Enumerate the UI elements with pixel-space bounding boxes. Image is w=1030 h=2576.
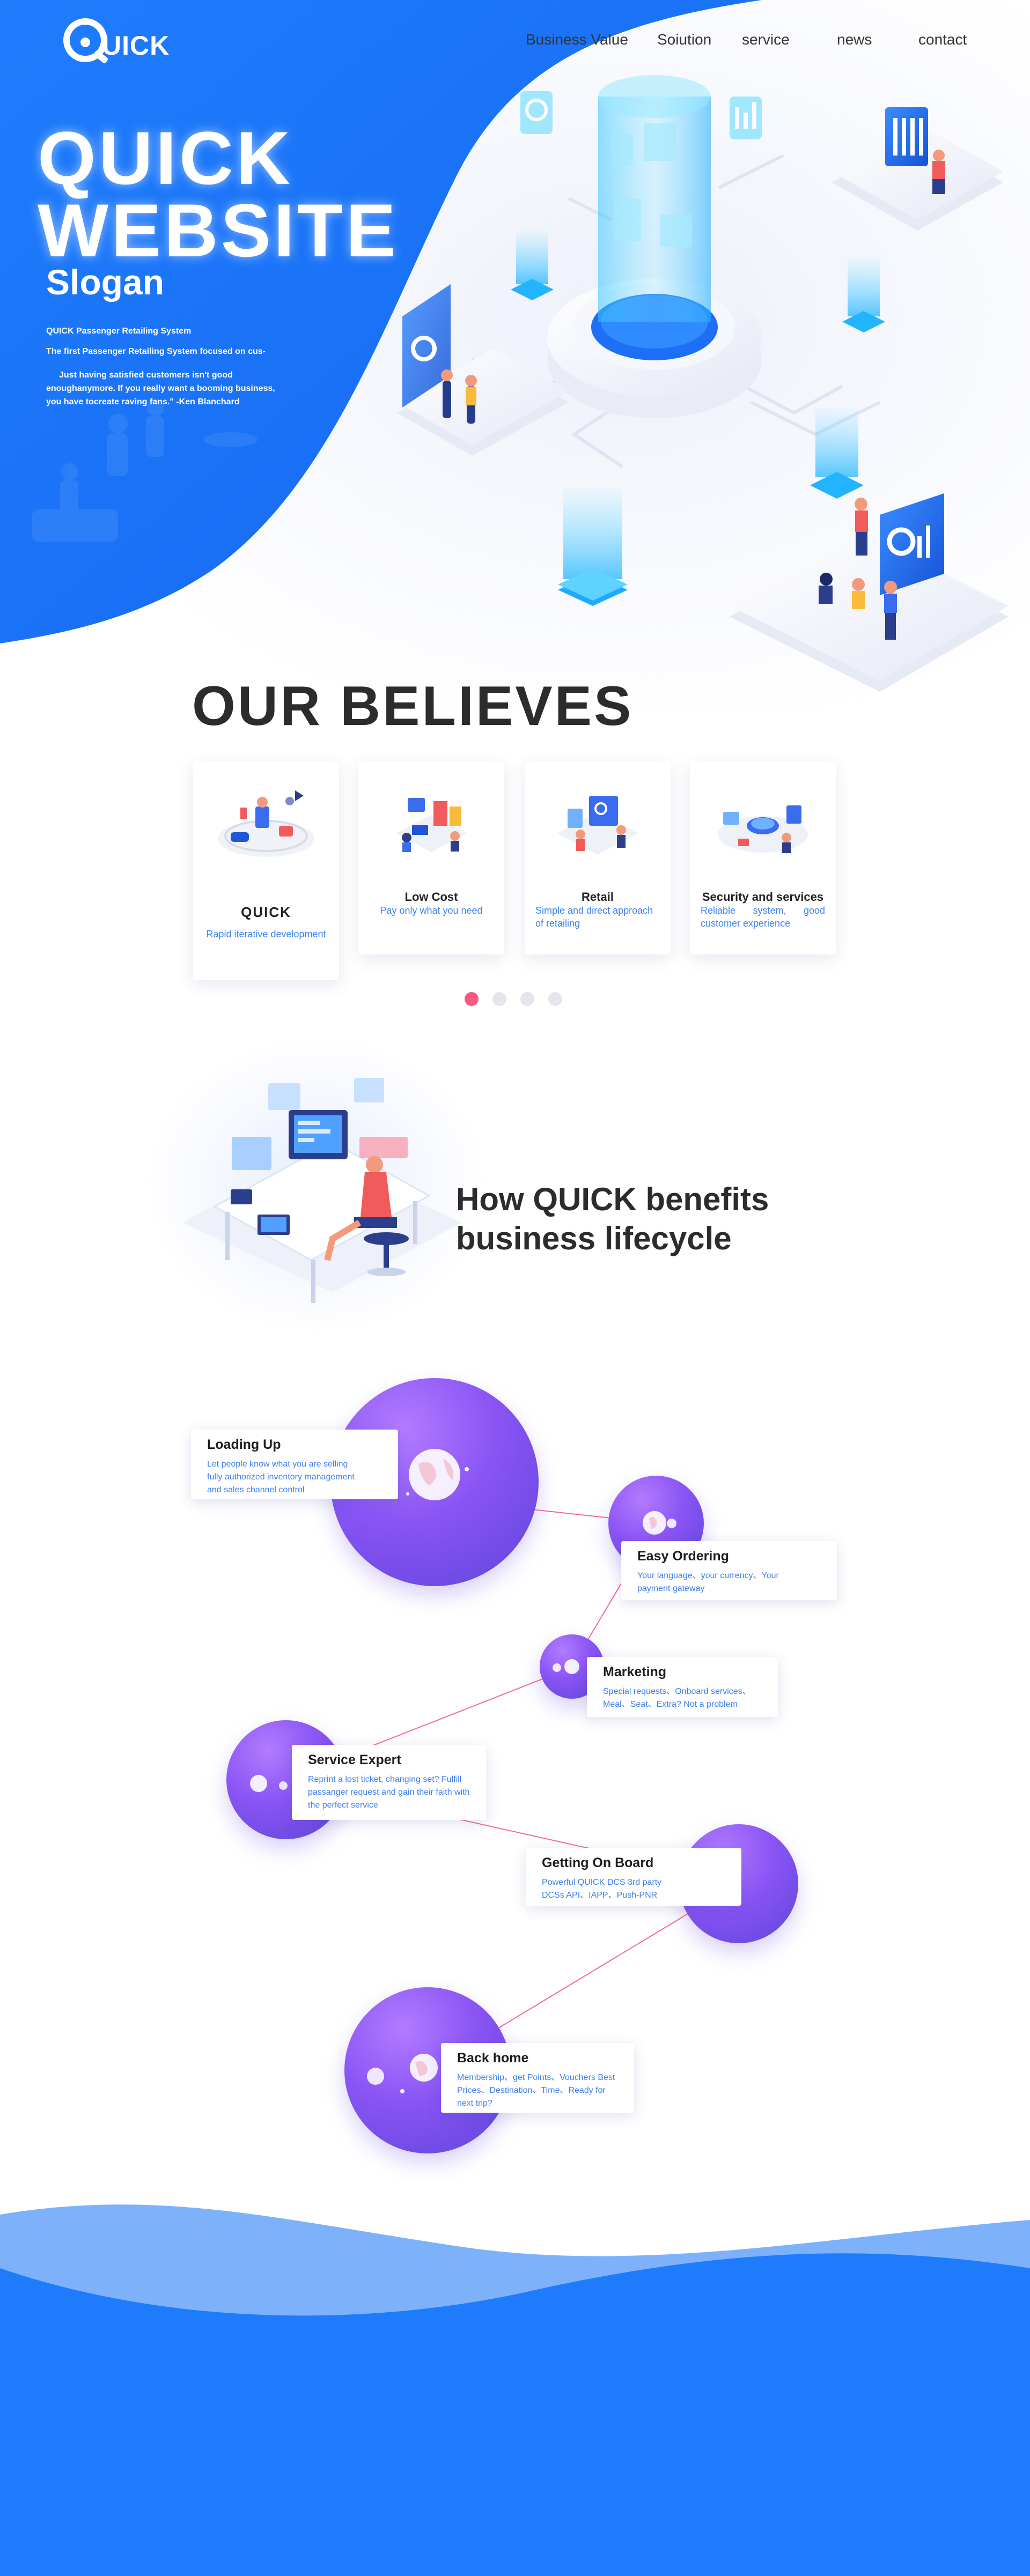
footer-wave-background [0,2204,1030,2576]
hero-quote: Just having satisfied customers isn't go… [46,371,275,406]
lifecycle-title: Service Expert [308,1752,401,1767]
lifecycle-desc: Membership、get Points、Vouchers Best Pric… [457,2073,615,2108]
low-cost-illustration [396,798,467,852]
globe-icon [553,1659,579,1674]
nav-service[interactable]: service [742,31,790,53]
carousel-dot-1[interactable] [465,992,479,1006]
lifecycle-title: Easy Ordering [637,1549,729,1564]
lifecycle-card-service-expert[interactable]: Service Expert Reprint a lost ticket, ch… [292,1745,486,1820]
lifecycle-desc: Special requests、Onboard services、Meal、S… [603,1687,751,1709]
benefits-title-line1: How QUICK benefits [456,1181,769,1217]
believe-card-title: Low Cost [404,890,458,904]
rocket-illustration [218,790,314,857]
logo-text: UICK [102,31,170,61]
lifecycle-card-loading-up[interactable]: Loading Up Let people know what you are … [191,1430,398,1499]
believe-card-title: QUICK [241,904,291,920]
lifecycle-desc: Your language、your currency、Your payment… [637,1571,779,1593]
believes-title: OUR BELIEVES [192,675,634,737]
benefits-title: How QUICK benefits business lifecycle [456,1180,832,1258]
lifecycle-title: Loading Up [207,1437,281,1452]
hero-tagline: The first Passenger Retailing System foc… [46,347,266,356]
believe-card-desc: Simple and direct approach of retailing [535,905,653,929]
logo[interactable]: UICK [63,18,171,66]
globe-icon [367,2054,438,2093]
believe-card-desc: Reliable system, good customer experienc… [701,905,825,929]
lifecycle-card-getting-on-board[interactable]: Getting On Board Powerful QUICK DCS 3rd … [526,1848,741,1906]
hero-isometric-illustration [397,75,1009,692]
lifecycle-desc: Reprint a lost ticket, changing set? Ful… [308,1775,470,1810]
nav-news[interactable]: news [837,31,872,53]
lifecycle-title: Back home [457,2051,529,2066]
believe-card-desc: Rapid iterative development [206,929,326,939]
carousel-dot-3[interactable] [520,992,534,1006]
lifecycle-card-easy-ordering[interactable]: Easy Ordering Your language、your currenc… [621,1541,837,1600]
believe-card-retail[interactable]: Retail Simple and direct approach of ret… [525,761,671,954]
lifecycle-title: Marketing [603,1664,667,1679]
hero-title-line1: QUICK [38,116,293,200]
retail-illustration [557,796,638,855]
globe-icon [406,1449,469,1500]
lifecycle-desc: Powerful QUICK DCS 3rd party DCSs API、IA… [542,1878,662,1900]
believe-card-quick[interactable]: QUICK Rapid iterative development [193,761,339,980]
carousel-dot-2[interactable] [492,992,506,1006]
globe-icon [250,1775,288,1792]
nav-business-value[interactable]: Business Value [526,31,628,53]
lifecycle-card-back-home[interactable]: Back home Membership、get Points、Vouchers… [441,2043,634,2113]
lifecycle-desc: Let people know what you are selling ful… [207,1460,355,1494]
globe-icon [643,1511,676,1535]
believe-card-desc: Pay only what you need [380,905,483,916]
security-illustration [718,805,808,853]
believe-card-title: Retail [582,890,614,904]
lifecycle-card-marketing[interactable]: Marketing Special requests、Onboard servi… [587,1657,778,1717]
hero-subtitle: QUICK Passenger Retailing System [46,327,192,336]
workspace-illustration [182,1078,461,1303]
nav-contact[interactable]: contact [918,31,967,53]
believe-card-low-cost[interactable]: Low Cost Pay only what you need [358,761,504,954]
believe-card-security[interactable]: Security and services Reliable system, g… [690,761,836,954]
nav-solution[interactable]: Soiution [657,31,711,53]
carousel-dot-4[interactable] [548,992,562,1006]
hero-slogan: Slogan [46,262,165,302]
lifecycle-title: Getting On Board [542,1855,654,1870]
benefits-title-line2: business lifecycle [456,1220,732,1257]
believe-card-title: Security and services [702,890,824,904]
logo-q-icon [63,18,107,62]
